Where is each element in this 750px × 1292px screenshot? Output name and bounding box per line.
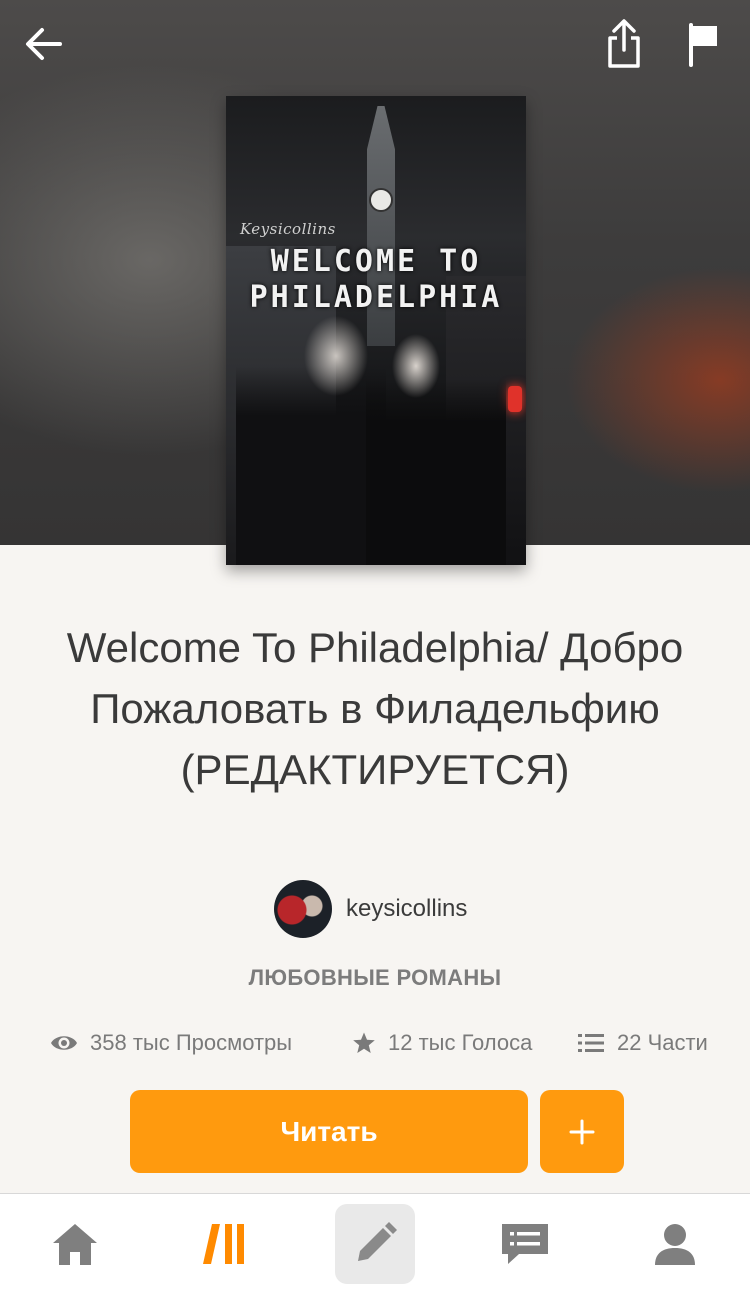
share-icon <box>608 19 640 68</box>
tab-profile[interactable] <box>635 1204 715 1284</box>
story-stats: 358 тыс Просмотры 12 тыс Голоса 22 Части <box>0 1025 750 1061</box>
home-icon <box>53 1224 97 1265</box>
stat-votes-label: 12 тыс Голоса <box>388 1030 533 1055</box>
tab-write[interactable] <box>335 1204 415 1284</box>
story-info: Welcome To Philadelphia/ Добро Пожаловат… <box>0 545 750 1193</box>
cover-credit: Keysicollins <box>240 220 336 238</box>
browse-icon <box>203 1224 244 1264</box>
cover-traffic-light <box>508 386 522 412</box>
messages-icon <box>502 1224 548 1264</box>
story-title: Welcome To Philadelphia/ Добро Пожаловат… <box>66 624 684 793</box>
author-link[interactable]: keysicollins <box>274 880 467 938</box>
share-button[interactable] <box>596 16 652 72</box>
author-name: keysicollins <box>346 895 468 922</box>
arrow-left-icon <box>26 28 62 60</box>
cover-title-line2: PHILADELPHIA <box>249 280 503 315</box>
add-to-library-button[interactable] <box>540 1090 624 1173</box>
stat-parts: 22 Части <box>577 1025 708 1061</box>
tab-home[interactable] <box>35 1204 115 1284</box>
read-button[interactable]: Читать <box>130 1090 528 1173</box>
stat-parts-label: 22 Части <box>617 1030 708 1055</box>
eye-icon <box>50 1033 78 1053</box>
stat-votes: 12 тыс Голоса <box>352 1025 532 1061</box>
stat-views: 358 тыс Просмотры <box>50 1025 292 1061</box>
header-backdrop: Keysicollins WELCOME TO PHILADELPHIA <box>0 0 750 565</box>
cover-figure-man <box>236 316 386 565</box>
star-icon <box>352 1031 376 1055</box>
back-button[interactable] <box>16 16 72 72</box>
tab-browse[interactable] <box>185 1204 265 1284</box>
list-icon <box>577 1032 605 1054</box>
bottom-nav <box>0 1193 750 1292</box>
profile-icon <box>655 1224 695 1265</box>
report-button[interactable] <box>676 16 732 72</box>
write-icon <box>358 1222 397 1261</box>
flag-icon <box>689 23 717 67</box>
tab-messages[interactable] <box>485 1204 565 1284</box>
story-cover[interactable]: Keysicollins WELCOME TO PHILADELPHIA <box>226 96 526 565</box>
cover-clock <box>369 188 393 212</box>
genre-label[interactable]: ЛЮБОВНЫЕ РОМАНЫ <box>0 965 750 991</box>
plus-icon <box>569 1119 595 1144</box>
avatar <box>274 880 332 938</box>
cover-figure-woman <box>366 326 506 565</box>
cover-title-line1: WELCOME TO <box>270 244 482 279</box>
stat-views-label: 358 тыс Просмотры <box>90 1030 293 1055</box>
